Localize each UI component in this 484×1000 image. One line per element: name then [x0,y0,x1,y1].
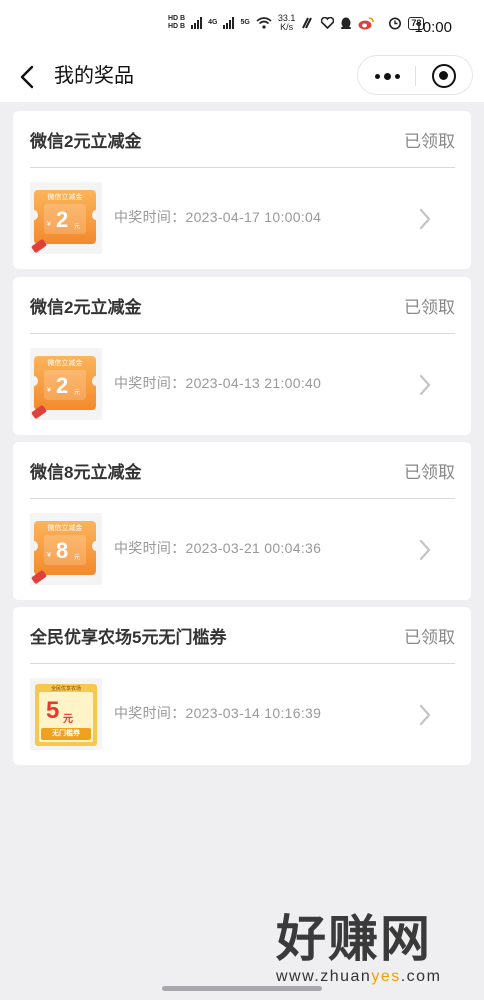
hd-top-label: HD B [168,15,186,22]
watermark-brand: 好赚网 [276,911,432,967]
watermark-url-highlight: yes [371,968,401,985]
prize-title: 微信8元立减金 [30,463,142,482]
prize-title: 微信2元立减金 [30,132,142,151]
coupon-unit: 元 [74,390,81,396]
hd-indicator: HD B HD B [168,15,185,31]
close-miniprogram-icon[interactable] [432,64,456,88]
card-divider [30,333,455,334]
signal-icon [191,17,203,29]
chevron-right-icon[interactable] [417,373,433,397]
watermark-url: www.zhuanyes.com [276,968,441,986]
wechat-coupon-image: 微信立减金 ¥ 8 元 [30,521,100,585]
prize-time: 中奖时间：2023-04-17 10:00:04 [114,209,322,225]
coupon-unit: 元 [74,555,81,561]
miniprogram-capsule [357,55,473,95]
qq-icon [341,17,352,29]
prize-card[interactable]: 微信2元立减金 已领取 微信立减金 ¥ 2 元 中奖时间：2023-04-17 … [13,111,471,269]
status-bar: HD B HD B 4G 5G 33.1 K/s 78 10:00 [0,0,484,54]
prize-time: 中奖时间：2023-03-14 10:16:39 [114,705,322,721]
coupon-unit: 元 [74,224,81,230]
page-title: 我的奖品 [54,65,134,87]
prize-card[interactable]: 微信2元立减金 已领取 微信立减金 ¥ 2 元 中奖时间：2023-04-13 … [13,277,471,435]
coupon-amount: 5 [46,697,60,724]
coupon-ribbon [30,404,48,420]
farm-coupon-label: 无门槛券 [41,728,91,740]
coupon-currency: ¥ [47,552,51,559]
prize-title: 全民优享农场5元无门槛券 [30,628,227,647]
weibo-icon [358,16,375,29]
chevron-right-icon[interactable] [417,703,433,727]
status-time: 10:00 [414,19,452,36]
coupon-top-label: 微信立减金 [47,525,83,532]
heart-icon [321,17,335,29]
back-arrow-icon[interactable] [18,64,40,90]
card-divider [30,663,455,664]
prize-title: 微信2元立减金 [30,298,142,317]
chevron-right-icon[interactable] [417,538,433,562]
net-speed: 33.1 K/s [278,14,296,32]
net-speed-unit: K/s [280,22,294,32]
prize-time: 中奖时间：2023-03-21 00:04:36 [114,540,322,556]
network-type-label-2: 5G [240,19,250,26]
prize-status: 已领取 [404,298,455,317]
wifi-icon [256,17,272,29]
farm-coupon-top-label: 全民优享农场 [50,686,81,692]
network-type-label: 4G [208,19,218,26]
status-icons: HD B HD B 4G 5G 33.1 K/s 78 [168,14,425,32]
wechat-coupon-image: 微信立减金 ¥ 2 元 [30,190,100,254]
prize-status: 已领取 [404,628,455,647]
prize-thumbnail: 微信立减金 ¥ 8 元 [30,513,102,585]
prize-thumbnail: 微信立减金 ¥ 2 元 [30,348,102,420]
coupon-ribbon [30,569,48,585]
coupon-unit: 元 [63,714,73,725]
more-options-icon[interactable] [372,66,402,86]
capsule-divider [415,66,416,86]
card-divider [30,167,455,168]
prize-card[interactable]: 微信8元立减金 已领取 微信立减金 ¥ 8 元 中奖时间：2023-03-21 … [13,442,471,600]
prize-status: 已领取 [404,132,455,151]
alarm-icon [389,17,402,30]
coupon-amount: 2 [56,373,69,398]
signal-icon-2 [223,17,235,29]
coupon-ribbon [30,238,48,254]
prize-thumbnail: 微信立减金 ¥ 2 元 [30,182,102,254]
watermark-url-prefix: www.zhuan [276,968,372,985]
wechat-coupon-image: 微信立减金 ¥ 2 元 [30,356,100,420]
prize-status: 已领取 [404,463,455,482]
watermark-url-suffix: .com [400,968,442,985]
coupon-currency: ¥ [47,387,51,394]
coupon-top-label: 微信立减金 [47,360,83,367]
coupon-top-label: 微信立减金 [47,194,83,201]
home-indicator[interactable] [162,986,322,991]
coupon-currency: ¥ [47,221,51,228]
nav-bar: 我的奖品 [0,54,484,102]
hd-bottom-label: HD B [168,23,186,30]
card-divider [30,498,455,499]
farm-coupon-image: 全民优享农场 5 元 无门槛券 [35,684,97,746]
coupon-amount: 2 [56,207,69,232]
prize-thumbnail: 全民优享农场 5 元 无门槛券 [30,678,102,750]
coupon-amount: 8 [56,538,69,563]
prize-time: 中奖时间：2023-04-13 21:00:40 [114,375,322,391]
nfc-icon [302,17,313,29]
prize-card[interactable]: 全民优享农场5元无门槛券 已领取 全民优享农场 5 元 无门槛券 中奖时间：20… [13,607,471,765]
chevron-right-icon[interactable] [417,207,433,231]
